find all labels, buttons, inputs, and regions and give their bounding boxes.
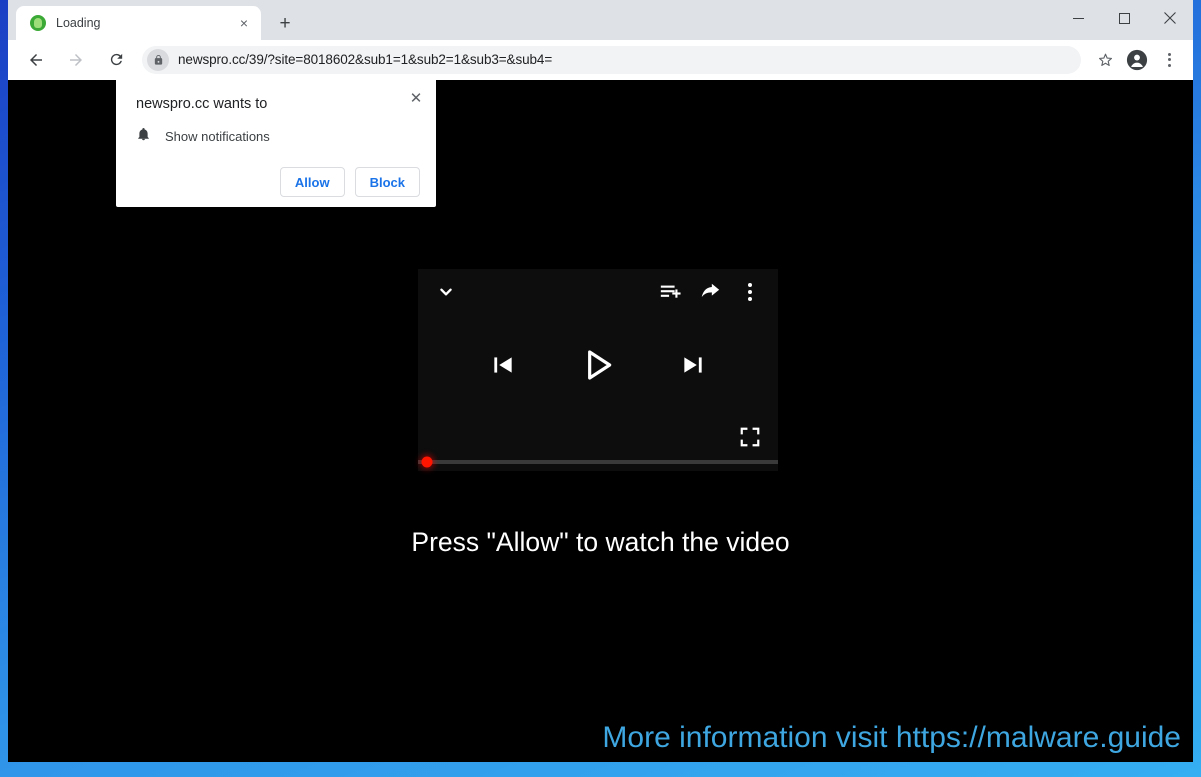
notification-permission-dialog: ✕ newspro.cc wants to Show notifications… <box>116 80 436 207</box>
permission-actions: Allow Block <box>136 167 420 197</box>
permission-label: Show notifications <box>165 129 270 144</box>
browser-menu-icon[interactable] <box>1155 46 1183 74</box>
url-text: newspro.cc/39/?site=8018602&sub1=1&sub2=… <box>178 52 553 67</box>
add-to-queue-icon[interactable] <box>654 276 686 308</box>
page-viewport: ✕ newspro.cc wants to Show notifications… <box>8 80 1193 762</box>
player-progress-bar[interactable] <box>418 456 778 468</box>
minimize-window-button[interactable] <box>1055 0 1101 36</box>
browser-tab-loading[interactable]: Loading × <box>16 6 261 40</box>
maximize-window-button[interactable] <box>1101 0 1147 36</box>
tab-favicon-icon <box>30 15 46 31</box>
browser-toolbar: newspro.cc/39/?site=8018602&sub1=1&sub2=… <box>8 40 1193 80</box>
close-tab-icon[interactable]: × <box>235 14 253 32</box>
fullscreen-button[interactable] <box>736 423 764 451</box>
page-headline: Press "Allow" to watch the video <box>411 527 790 557</box>
three-dot-menu-icon <box>735 277 765 307</box>
share-arrow-icon[interactable] <box>694 276 726 308</box>
player-top-controls <box>418 269 778 315</box>
progress-scrubber-handle[interactable] <box>421 456 433 468</box>
forward-button[interactable] <box>61 45 91 75</box>
player-transport-controls <box>418 345 778 385</box>
bell-icon <box>136 126 151 147</box>
watermark-text: More information visit https://malware.g… <box>602 721 1181 754</box>
permission-dialog-title: newspro.cc wants to <box>136 96 268 112</box>
tab-strip: Loading × + <box>8 0 1193 40</box>
block-button[interactable]: Block <box>354 167 420 197</box>
lock-icon[interactable] <box>147 48 169 71</box>
back-button[interactable] <box>21 45 51 75</box>
fake-video-player <box>418 269 778 471</box>
desktop-background: Loading × + newspro.cc/39/?site=8018602&… <box>0 0 1201 777</box>
previous-track-button[interactable] <box>490 352 516 378</box>
player-more-menu-icon[interactable] <box>734 276 766 308</box>
reload-button[interactable] <box>101 45 131 75</box>
chevron-down-icon[interactable] <box>430 276 462 308</box>
address-bar[interactable]: newspro.cc/39/?site=8018602&sub1=1&sub2=… <box>142 45 1081 74</box>
new-tab-button[interactable]: + <box>271 9 299 37</box>
next-track-button[interactable] <box>680 352 706 378</box>
tab-title: Loading <box>56 16 101 30</box>
profile-avatar-icon[interactable] <box>1123 46 1151 74</box>
browser-window: Loading × + newspro.cc/39/?site=8018602&… <box>8 0 1193 762</box>
three-dot-menu-icon <box>1155 46 1183 74</box>
bookmark-star-icon[interactable] <box>1091 46 1119 74</box>
window-controls <box>1055 0 1193 36</box>
allow-button[interactable]: Allow <box>279 167 345 197</box>
close-window-button[interactable] <box>1147 0 1193 36</box>
play-button[interactable] <box>578 345 618 385</box>
dismiss-permission-icon[interactable]: ✕ <box>406 88 426 108</box>
permission-request-row: Show notifications <box>136 126 420 147</box>
